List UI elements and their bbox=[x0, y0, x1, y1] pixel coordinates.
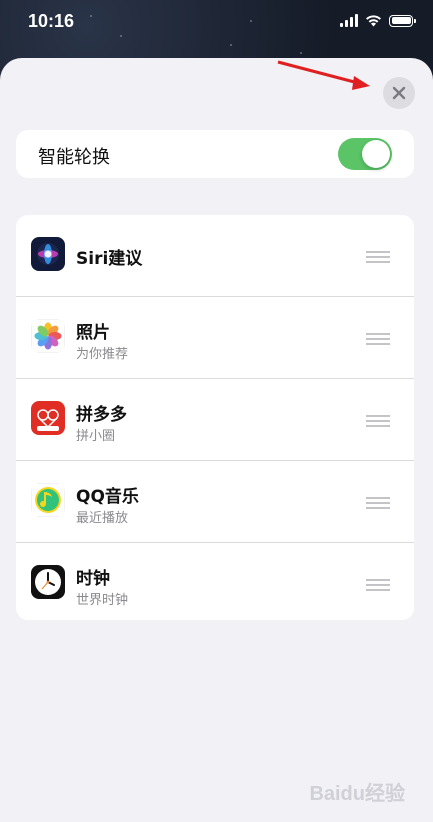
status-time: 10:16 bbox=[28, 11, 75, 31]
battery-icon bbox=[389, 14, 416, 27]
drag-handle-icon[interactable] bbox=[366, 579, 390, 591]
drag-handle-icon[interactable] bbox=[366, 497, 390, 509]
smart-rotate-label: 智能轮换 bbox=[38, 147, 110, 168]
widget-list: Siri建议 照片 为你推荐 拼多多 拼小圈 QQ音乐 最近播放 时钟 世界时钟 bbox=[16, 215, 414, 620]
widget-title: QQ音乐 bbox=[76, 487, 139, 507]
widget-title: Siri建议 bbox=[76, 249, 143, 269]
widget-title: 时钟 bbox=[76, 569, 110, 589]
smart-rotate-row: 智能轮换 bbox=[16, 130, 414, 178]
widget-item-siri[interactable]: Siri建议 bbox=[16, 215, 414, 297]
drag-handle-icon[interactable] bbox=[366, 415, 390, 427]
toggle-knob bbox=[362, 140, 390, 168]
pinduoduo-icon bbox=[31, 401, 65, 435]
widget-item-photos[interactable]: 照片 为你推荐 bbox=[16, 297, 414, 379]
drag-handle-icon[interactable] bbox=[366, 251, 390, 263]
widget-item-qq-music[interactable]: QQ音乐 最近播放 bbox=[16, 461, 414, 543]
widget-subtitle: 拼小圈 bbox=[76, 429, 116, 444]
cellular-signal-icon bbox=[340, 14, 358, 27]
wifi-icon bbox=[366, 15, 381, 27]
widget-title: 照片 bbox=[76, 323, 110, 343]
widget-subtitle: 为你推荐 bbox=[76, 347, 129, 362]
smart-rotate-toggle[interactable] bbox=[338, 138, 392, 170]
widget-subtitle: 世界时钟 bbox=[76, 593, 129, 608]
status-bar: 10:16 bbox=[0, 0, 433, 46]
widget-stack-sheet: 智能轮换 Siri建议 照片 为你推荐 拼多多 拼小圈 QQ音乐 最近播放 时钟… bbox=[0, 58, 433, 822]
siri-icon bbox=[31, 237, 65, 271]
drag-handle-icon[interactable] bbox=[366, 333, 390, 345]
status-icons bbox=[340, 14, 416, 27]
watermark: Baidu经验 bbox=[309, 783, 405, 805]
widget-item-pinduoduo[interactable]: 拼多多 拼小圈 bbox=[16, 379, 414, 461]
photos-icon bbox=[31, 319, 65, 353]
close-button[interactable] bbox=[383, 77, 415, 109]
widget-title: 拼多多 bbox=[76, 405, 127, 425]
qq-music-icon bbox=[31, 483, 65, 517]
close-icon bbox=[392, 86, 406, 100]
red-arrow-annotation bbox=[277, 60, 370, 90]
widget-item-clock[interactable]: 时钟 世界时钟 bbox=[16, 543, 414, 620]
widget-subtitle: 最近播放 bbox=[76, 511, 129, 526]
clock-icon bbox=[31, 565, 65, 599]
